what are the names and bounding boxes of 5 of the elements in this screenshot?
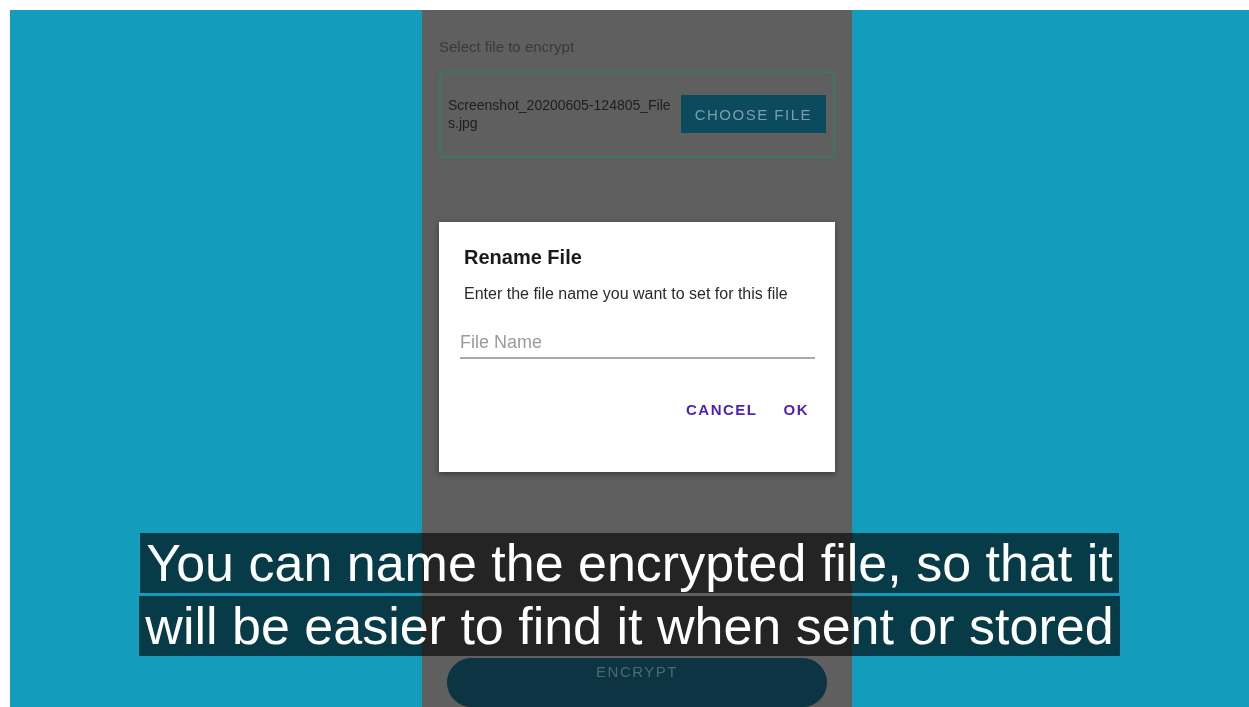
dialog-button[interactable]: CANCEL bbox=[680, 397, 764, 422]
dialog-title: Rename File bbox=[464, 246, 583, 269]
file-name: Screenshot_20200605-124805_Files.jpg bbox=[448, 96, 672, 133]
dialog-message: Enter the file name you want to set for this file bbox=[464, 284, 789, 304]
dialog-button[interactable]: OK bbox=[777, 397, 815, 422]
